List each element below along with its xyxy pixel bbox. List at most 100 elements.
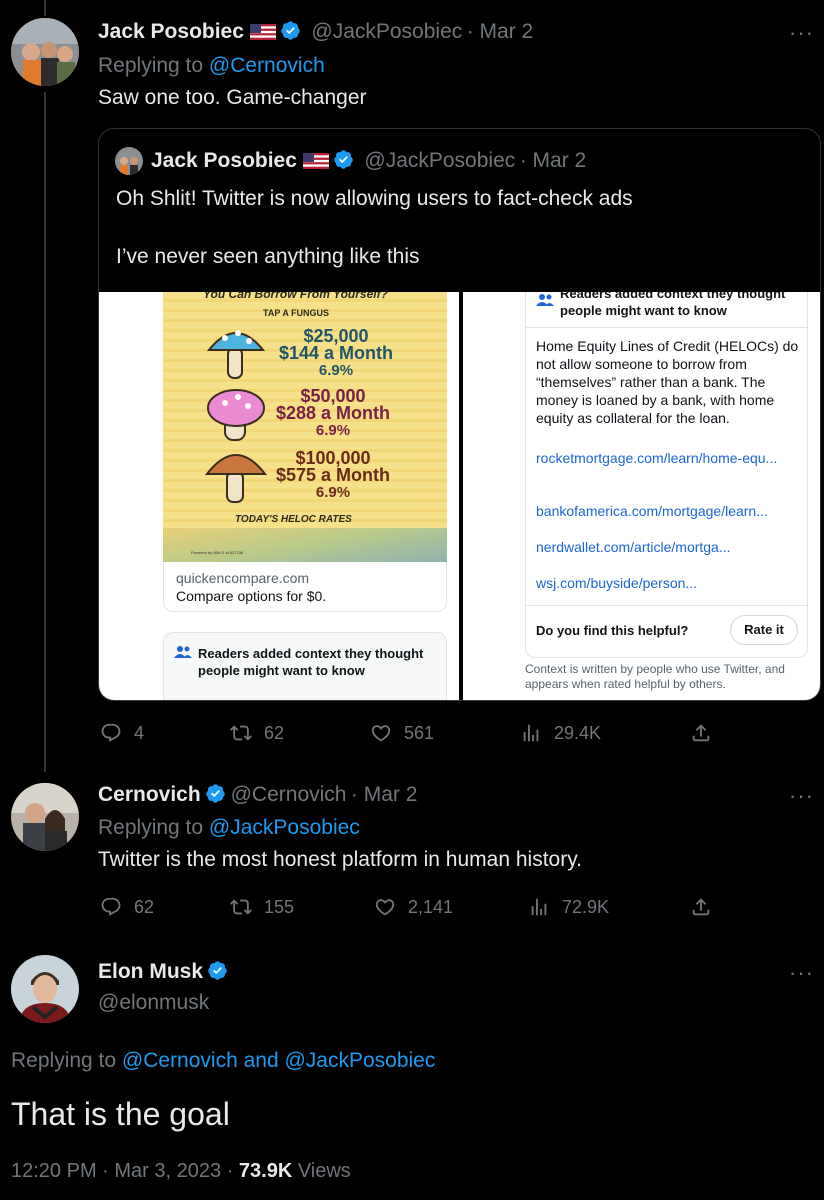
share-icon: [692, 724, 710, 742]
more-options-icon[interactable]: ···: [789, 960, 814, 986]
community-note-preview: Readers added context they thought peopl…: [163, 632, 447, 700]
reply-count: 62: [134, 896, 155, 917]
tweet-timestamp[interactable]: 12:20 PM · Mar 3, 2023 ·: [11, 1160, 239, 1182]
replying-to: Replying to @Cernovich and @JackPosobiec: [11, 1049, 435, 1073]
author-name[interactable]: Jack Posobiec: [98, 20, 244, 43]
like-count: 2,141: [408, 896, 454, 917]
views-button[interactable]: 72.9K: [528, 896, 609, 918]
thread-connector-top: [44, 0, 46, 16]
replying-to: Replying to @JackPosobiec: [98, 816, 360, 840]
pink-mushroom-icon: [207, 389, 265, 441]
quoted-handle: @JackPosobiec: [364, 149, 516, 172]
avatar-cernovich[interactable]: [11, 783, 79, 851]
author-handle[interactable]: @JackPosobiec: [311, 20, 462, 43]
note-source-link[interactable]: nerdwallet.com/article/mortga...: [536, 539, 801, 555]
tier-monthly: $144 a Month: [278, 343, 394, 363]
retweet-button[interactable]: 62: [230, 722, 284, 744]
ad-footer: TODAY'S HELOC RATES: [235, 514, 352, 525]
views-chart-icon: [523, 724, 539, 742]
more-options-icon[interactable]: ···: [789, 20, 814, 46]
view-count: 73.9K: [238, 1160, 293, 1182]
heart-icon: [375, 899, 395, 916]
tweet-metadata: 12:20 PM · Mar 3, 2023 · 73.9K Views: [11, 1160, 351, 1183]
more-options-icon[interactable]: ···: [789, 783, 814, 809]
rate-it-button[interactable]: Rate it: [730, 615, 798, 645]
tweet-text: Twitter is the most honest platform in h…: [98, 848, 582, 871]
heart-icon: [371, 725, 391, 742]
ad-screenshot-image[interactable]: You Can Borrow From Yourself? TAP A FUNG…: [99, 292, 459, 700]
tier-monthly: $575 a Month: [275, 465, 391, 485]
tweet3-header: Elon Musk: [98, 960, 228, 984]
author-handle[interactable]: @elonmusk: [98, 991, 209, 1015]
reply-count: 4: [134, 722, 145, 743]
tier-rate: 6.9%: [315, 484, 351, 501]
note-disclaimer: Context is written by people who use Twi…: [525, 662, 785, 691]
replying-to: Replying to @Cernovich: [98, 54, 325, 78]
people-icon: [536, 294, 554, 306]
ad-powered: Powered by NMLS #1427236: [191, 550, 244, 555]
quoted-text-line1: Oh Shlit! Twitter is now allowing users …: [116, 187, 633, 210]
quoted-header: Jack Posobiec @JackPosobiec · Mar 2: [151, 149, 586, 173]
mention-links[interactable]: @Cernovich and @JackPosobiec: [122, 1049, 435, 1072]
like-button[interactable]: 561: [370, 722, 434, 744]
thread-connector: [44, 92, 46, 772]
retweet-count: 155: [264, 896, 295, 917]
views-count: 72.9K: [562, 896, 610, 917]
views-chart-icon: [531, 898, 547, 916]
retweet-button[interactable]: 155: [230, 896, 294, 918]
views-count: 29.4K: [554, 722, 602, 743]
ad-cta: Compare options for $0.: [176, 588, 327, 604]
focused-tweet-text: That is the goal: [11, 1096, 230, 1132]
note-source-link[interactable]: rocketmortgage.com/learn/home-equ...: [536, 449, 796, 467]
brown-mushroom-icon: [204, 454, 268, 503]
quoted-tweet-card[interactable]: Jack Posobiec @JackPosobiec · Mar 2 Oh S…: [98, 128, 821, 701]
like-button[interactable]: 2,141: [374, 896, 453, 918]
author-name[interactable]: Elon Musk: [98, 960, 203, 983]
rate-tier-2: $50,000 $288 a Month 6.9%: [263, 387, 403, 439]
replying-prefix: Replying to: [98, 54, 209, 77]
quoted-text-line2: I’ve never seen anything like this: [116, 245, 420, 268]
ad-domain: quickencompare.com: [176, 570, 310, 586]
reply-button[interactable]: 4: [100, 722, 144, 744]
verified-badge-icon: [207, 960, 228, 981]
ad-creative: You Can Borrow From Yourself? TAP A FUNG…: [163, 292, 447, 562]
note-source-link[interactable]: bankofamerica.com/mortgage/learn...: [536, 503, 801, 519]
retweet-icon: [230, 725, 252, 741]
rate-tier-3: $100,000 $575 a Month 6.9%: [263, 449, 403, 501]
ad-hills: [163, 528, 447, 562]
community-note-screenshot[interactable]: Readers added context they thought peopl…: [463, 292, 820, 700]
verified-badge-icon: [333, 149, 354, 170]
note-divider: [526, 327, 807, 328]
people-icon: [174, 646, 192, 658]
like-count: 561: [404, 722, 435, 743]
tweet1-header: Jack Posobiec @JackPosobiec · Mar 2: [98, 20, 533, 44]
reply-icon: [101, 723, 121, 742]
tweet-date[interactable]: · Mar 2: [351, 783, 418, 806]
note-source-link[interactable]: wsj.com/buyside/person...: [536, 575, 801, 591]
views-button[interactable]: 29.4K: [520, 722, 601, 744]
ad-link-card[interactable]: quickencompare.com Compare options for $…: [163, 562, 447, 612]
author-name[interactable]: Cernovich: [98, 783, 201, 806]
share-button[interactable]: [690, 722, 724, 744]
note-divider: [526, 605, 807, 606]
tweet2-header: Cernovich @Cernovich · Mar 2: [98, 783, 417, 807]
ad-tap: TAP A FUNGUS: [263, 308, 330, 318]
us-flag-icon: [302, 153, 329, 169]
retweet-count: 62: [264, 722, 285, 743]
share-icon: [692, 898, 710, 916]
avatar-elon-musk[interactable]: [11, 955, 79, 1023]
mention-link[interactable]: @Cernovich: [209, 54, 325, 77]
note-card: Readers added context they thought peopl…: [525, 292, 808, 658]
tweet-date[interactable]: · Mar 2: [467, 20, 534, 43]
author-handle[interactable]: @Cernovich: [231, 783, 347, 806]
share-button[interactable]: [690, 896, 724, 918]
mention-link[interactable]: @JackPosobiec: [209, 816, 360, 839]
avatar-jack-posobiec[interactable]: [11, 18, 79, 86]
reply-icon: [101, 897, 121, 916]
ad-header: You Can Borrow From Yourself?: [203, 292, 388, 301]
reply-button[interactable]: 62: [100, 896, 154, 918]
us-flag-icon: [249, 24, 276, 40]
retweet-icon: [230, 899, 252, 915]
helpful-question: Do you find this helpful?: [536, 623, 689, 638]
tweet-text: Saw one too. Game-changer: [98, 86, 367, 109]
